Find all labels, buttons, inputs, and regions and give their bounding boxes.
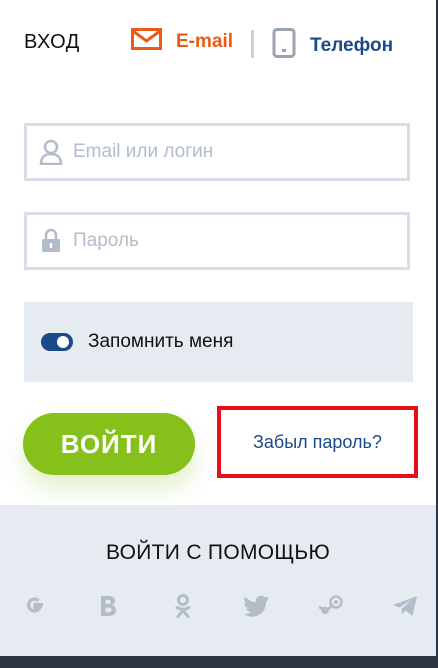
toggle-knob bbox=[57, 336, 69, 348]
login-panel: ВХОД E-mail Телефон Email или логин Запо… bbox=[0, 0, 438, 668]
tab-phone[interactable]: Телефон bbox=[272, 28, 393, 64]
twitter-icon[interactable] bbox=[240, 591, 274, 621]
page-title: ВХОД bbox=[24, 31, 80, 53]
remember-me-row: Запомнить меня bbox=[24, 302, 413, 382]
steam-icon[interactable] bbox=[314, 591, 348, 621]
login-input[interactable] bbox=[73, 126, 407, 178]
login-button[interactable]: ВОЙТИ bbox=[23, 413, 195, 475]
social-login-title: ВОЙТИ С ПОМОЩЬЮ bbox=[106, 541, 330, 564]
tab-email-label: E-mail bbox=[176, 31, 234, 52]
login-field[interactable] bbox=[24, 123, 410, 181]
user-icon bbox=[29, 139, 73, 165]
vk-icon[interactable] bbox=[92, 591, 126, 621]
social-icons-row bbox=[18, 591, 422, 621]
google-icon[interactable] bbox=[18, 591, 52, 621]
forgot-password-highlight: Забыл пароль? bbox=[217, 406, 418, 478]
remember-me-toggle[interactable] bbox=[41, 333, 73, 351]
lock-icon bbox=[29, 228, 73, 254]
tab-divider bbox=[251, 30, 254, 58]
password-field[interactable] bbox=[24, 212, 410, 270]
phone-icon bbox=[272, 28, 296, 64]
telegram-icon[interactable] bbox=[388, 591, 422, 621]
tab-phone-label: Телефон bbox=[310, 35, 394, 56]
remember-me-label: Запомнить меня bbox=[88, 331, 234, 352]
tab-email[interactable]: E-mail bbox=[131, 28, 233, 56]
forgot-password-link[interactable]: Забыл пароль? bbox=[253, 432, 382, 453]
odnoklassniki-icon[interactable] bbox=[166, 591, 200, 621]
password-input[interactable] bbox=[73, 215, 407, 267]
envelope-icon bbox=[131, 28, 162, 56]
social-login-section: ВОЙТИ С ПОМОЩЬЮ bbox=[0, 505, 436, 656]
